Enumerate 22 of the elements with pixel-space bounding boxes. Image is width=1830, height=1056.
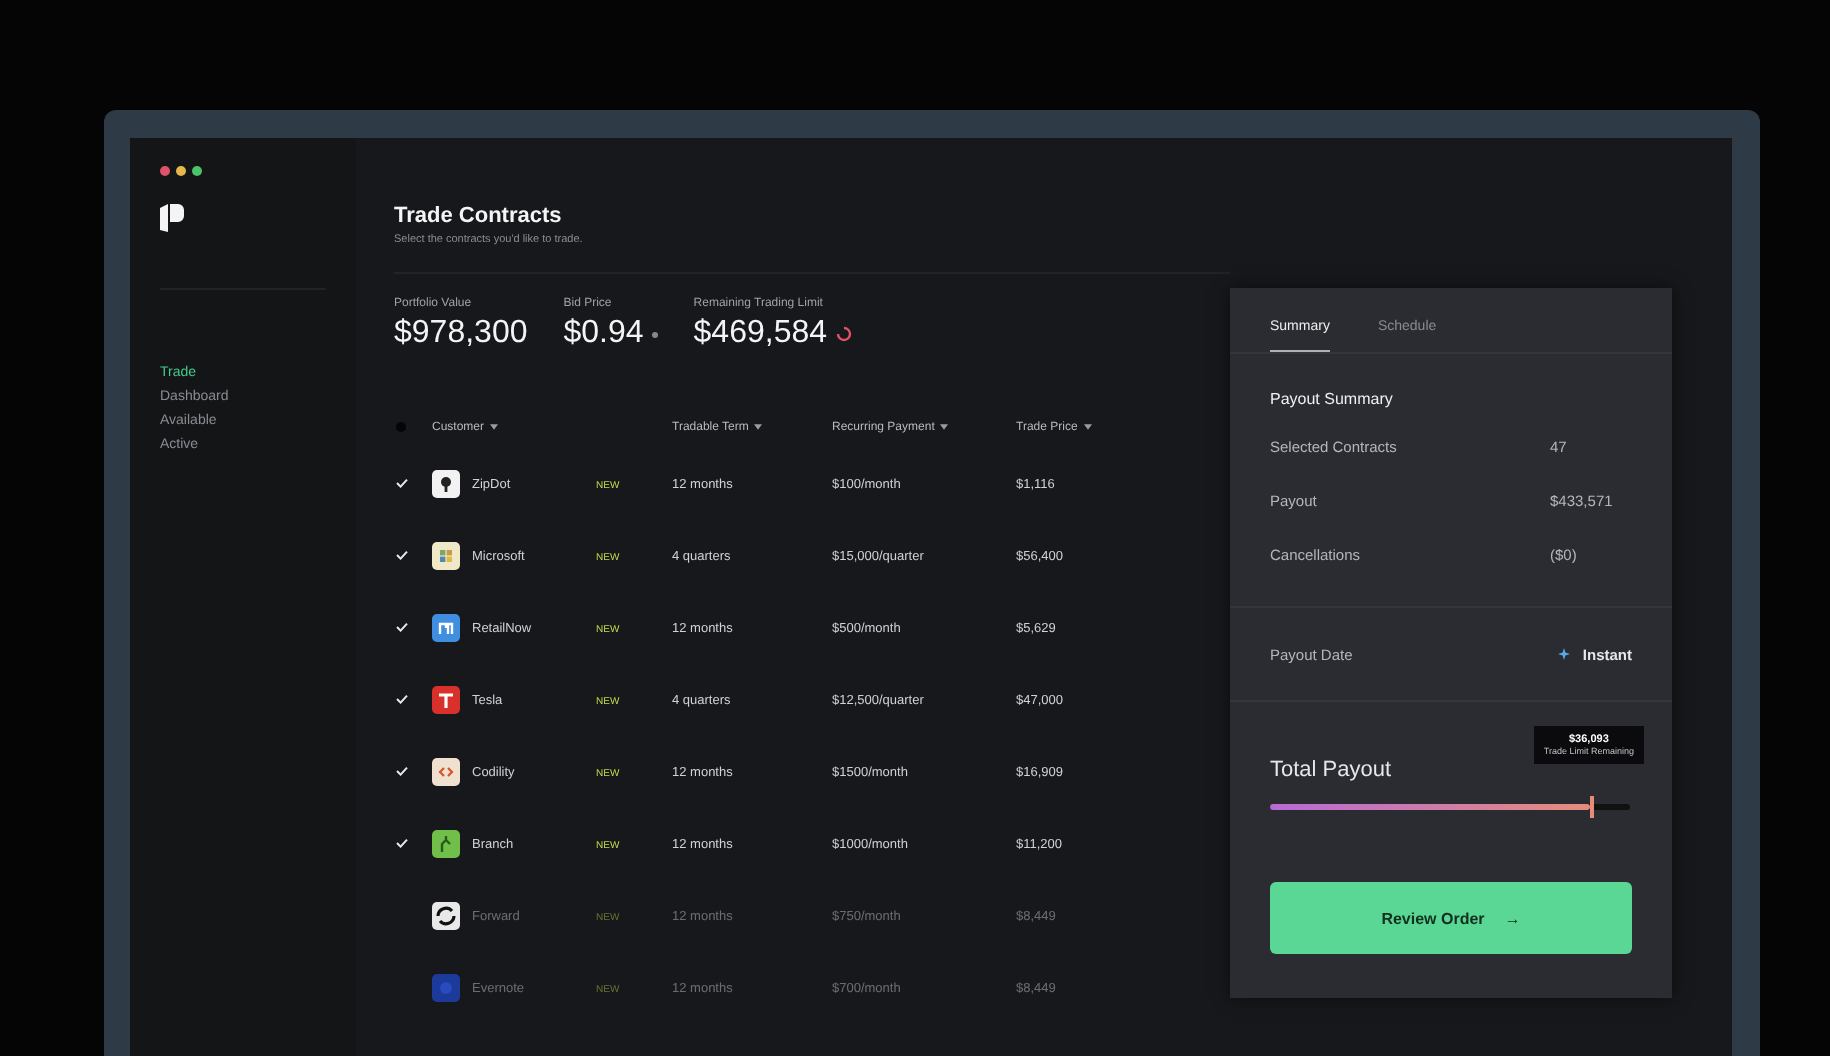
filter-icon[interactable] (490, 423, 499, 430)
stat-value: $978,300 (394, 316, 528, 352)
slider-handle[interactable] (1590, 796, 1595, 818)
checkmark-icon[interactable] (396, 549, 408, 559)
progress-ring-icon (835, 326, 852, 342)
filter-icon[interactable] (754, 423, 763, 430)
sparkle-icon (1558, 648, 1571, 660)
filter-icon[interactable] (1083, 423, 1092, 430)
checkmark-icon[interactable] (396, 837, 408, 847)
stat-value: $0.94 (563, 316, 644, 352)
section-title: Payout Summary (1270, 390, 1395, 408)
filter-icon[interactable] (940, 423, 949, 430)
page-title: Trade Contracts (394, 204, 564, 228)
checkmark-icon[interactable] (396, 765, 408, 775)
checkmark-icon[interactable] (396, 621, 408, 631)
logo-icon (160, 204, 184, 232)
total-payout-label: Total Payout (1270, 758, 1392, 782)
checkmark-icon[interactable] (396, 693, 408, 703)
status-dot-icon (651, 331, 658, 337)
checkmark-icon[interactable] (396, 477, 408, 487)
review-order-button[interactable]: Review Order → (1270, 882, 1632, 954)
stat-value: $469,584 (693, 316, 828, 352)
